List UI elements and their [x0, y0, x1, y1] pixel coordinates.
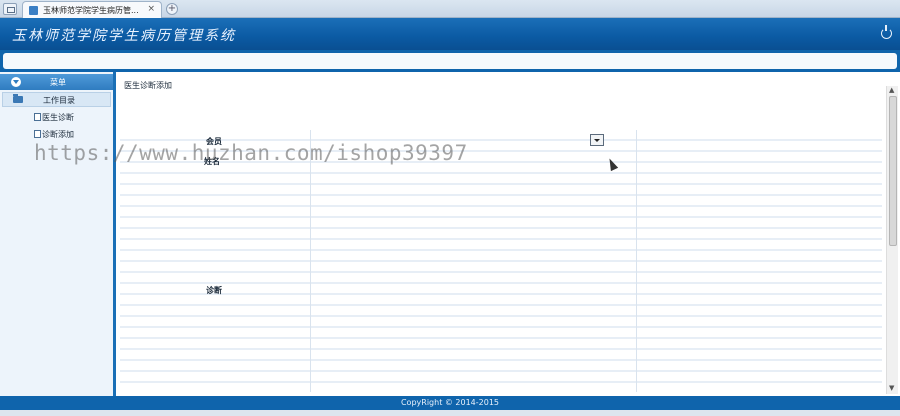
- document-icon: [34, 113, 41, 121]
- menu-header[interactable]: 菜单: [0, 74, 113, 90]
- sidebar-group-label: 工作目录: [43, 96, 75, 105]
- new-tab-icon[interactable]: +: [166, 3, 178, 15]
- favicon-icon: [29, 6, 38, 15]
- sidebar-item-label: 诊断添加: [42, 130, 74, 139]
- scroll-down-icon[interactable]: ▼: [889, 384, 894, 392]
- document-icon: [34, 130, 41, 138]
- status-strip: [0, 410, 900, 416]
- window-menu-icon[interactable]: [3, 3, 17, 15]
- content-scrollbar[interactable]: ▲ ▼: [886, 86, 898, 394]
- footer: CopyRight © 2014-2015: [0, 396, 900, 410]
- logout-power-icon[interactable]: [881, 25, 892, 39]
- sidebar-item-label: 医生诊断: [42, 113, 74, 122]
- folder-icon: [13, 94, 23, 103]
- sidebar-group-work[interactable]: 工作目录: [2, 92, 111, 107]
- app-header: 玉林师范学院学生病历管理系统: [0, 18, 900, 50]
- diagnosis-label: 诊断: [206, 286, 222, 295]
- browser-tab-strip: 玉林师范学院学生病历管... × +: [0, 0, 900, 18]
- main-content: 医生诊断添加 会员 姓名 诊断 ▲ ▼: [116, 72, 900, 396]
- sidebar-item-add-diagnosis[interactable]: 诊断添加: [34, 129, 74, 143]
- collapse-chevron-icon[interactable]: [11, 77, 21, 87]
- app-title: 玉林师范学院学生病历管理系统: [12, 28, 236, 44]
- copyright-text: CopyRight © 2014-2015: [400, 398, 500, 407]
- page-title: 医生诊断添加: [124, 81, 172, 90]
- menu-title: 菜单: [50, 78, 66, 87]
- member-label: 会员: [206, 137, 222, 146]
- tab-close-icon[interactable]: ×: [147, 4, 155, 14]
- toolbar-panel: [3, 53, 897, 69]
- tab-title: 玉林师范学院学生病历管...: [43, 6, 139, 15]
- sidebar-menu: 菜单 工作目录 医生诊断 诊断添加: [0, 72, 116, 396]
- browser-tab[interactable]: 玉林师范学院学生病历管... ×: [22, 1, 162, 18]
- toolbar-bar: [0, 50, 900, 72]
- scroll-up-icon[interactable]: ▲: [889, 86, 894, 94]
- member-select-dropdown[interactable]: [590, 134, 604, 146]
- diagnosis-form: [120, 130, 882, 392]
- scroll-thumb[interactable]: [889, 96, 897, 246]
- name-label: 姓名: [204, 157, 220, 166]
- sidebar-item-doctor-diagnosis[interactable]: 医生诊断: [34, 112, 74, 126]
